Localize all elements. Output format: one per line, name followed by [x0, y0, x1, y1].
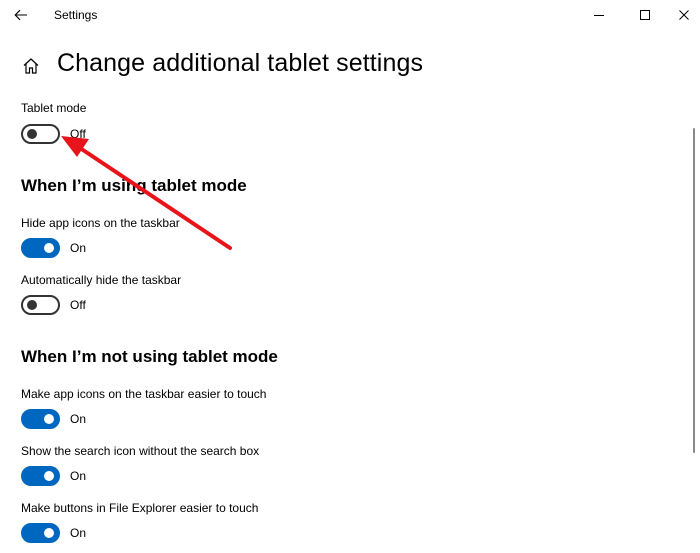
hide-app-icons-row: On [21, 238, 86, 258]
page-title: Change additional tablet settings [57, 49, 424, 77]
window-title: Settings [54, 8, 98, 22]
file-explorer-buttons-label: Make buttons in File Explorer easier to … [21, 501, 259, 515]
auto-hide-taskbar-toggle[interactable] [21, 295, 60, 315]
tablet-mode-toggle[interactable] [21, 124, 60, 144]
search-icon-only-label: Show the search icon without the search … [21, 444, 260, 458]
auto-hide-taskbar-row: Off [21, 295, 86, 315]
home-button[interactable] [20, 55, 42, 77]
annotation-arrow-shaft [78, 146, 232, 250]
easier-touch-icons-toggle[interactable] [21, 409, 60, 429]
tablet-mode-label: Tablet mode [21, 101, 87, 115]
vertical-scrollbar[interactable] [693, 128, 695, 453]
search-icon-only-row: On [21, 466, 86, 486]
back-button[interactable] [8, 4, 34, 26]
easier-touch-icons-row: On [21, 409, 86, 429]
hide-app-icons-toggle[interactable] [21, 238, 60, 258]
settings-window: Settings Change additional tablet settin… [0, 0, 700, 553]
toggle-knob [44, 471, 54, 481]
maximize-icon [640, 10, 650, 20]
file-explorer-buttons-state: On [70, 526, 87, 540]
tablet-mode-state: Off [70, 127, 86, 141]
section-heading-not-using-tablet-mode: When I’m not using tablet mode [21, 347, 278, 366]
title-bar: Settings [0, 0, 700, 30]
hide-app-icons-label: Hide app icons on the taskbar [21, 216, 180, 230]
back-arrow-icon [14, 9, 27, 21]
toggle-knob [44, 528, 54, 538]
toggle-knob [27, 300, 37, 310]
tablet-mode-row: Off [21, 124, 86, 144]
maximize-button[interactable] [622, 0, 668, 30]
minimize-button[interactable] [576, 0, 622, 30]
file-explorer-buttons-row: On [21, 523, 86, 543]
close-button[interactable] [668, 0, 700, 30]
search-icon-only-state: On [70, 469, 87, 483]
auto-hide-taskbar-state: Off [70, 298, 86, 312]
hide-app-icons-state: On [70, 241, 87, 255]
toggle-knob [44, 414, 54, 424]
auto-hide-taskbar-label: Automatically hide the taskbar [21, 273, 182, 287]
close-icon [679, 10, 689, 20]
easier-touch-icons-label: Make app icons on the taskbar easier to … [21, 387, 267, 401]
easier-touch-icons-state: On [70, 412, 87, 426]
file-explorer-buttons-toggle[interactable] [21, 523, 60, 543]
search-icon-only-toggle[interactable] [21, 466, 60, 486]
section-heading-using-tablet-mode: When I’m using tablet mode [21, 176, 247, 195]
minimize-icon [594, 15, 604, 16]
toggle-knob [27, 129, 37, 139]
toggle-knob [44, 243, 54, 253]
home-icon [23, 58, 39, 74]
